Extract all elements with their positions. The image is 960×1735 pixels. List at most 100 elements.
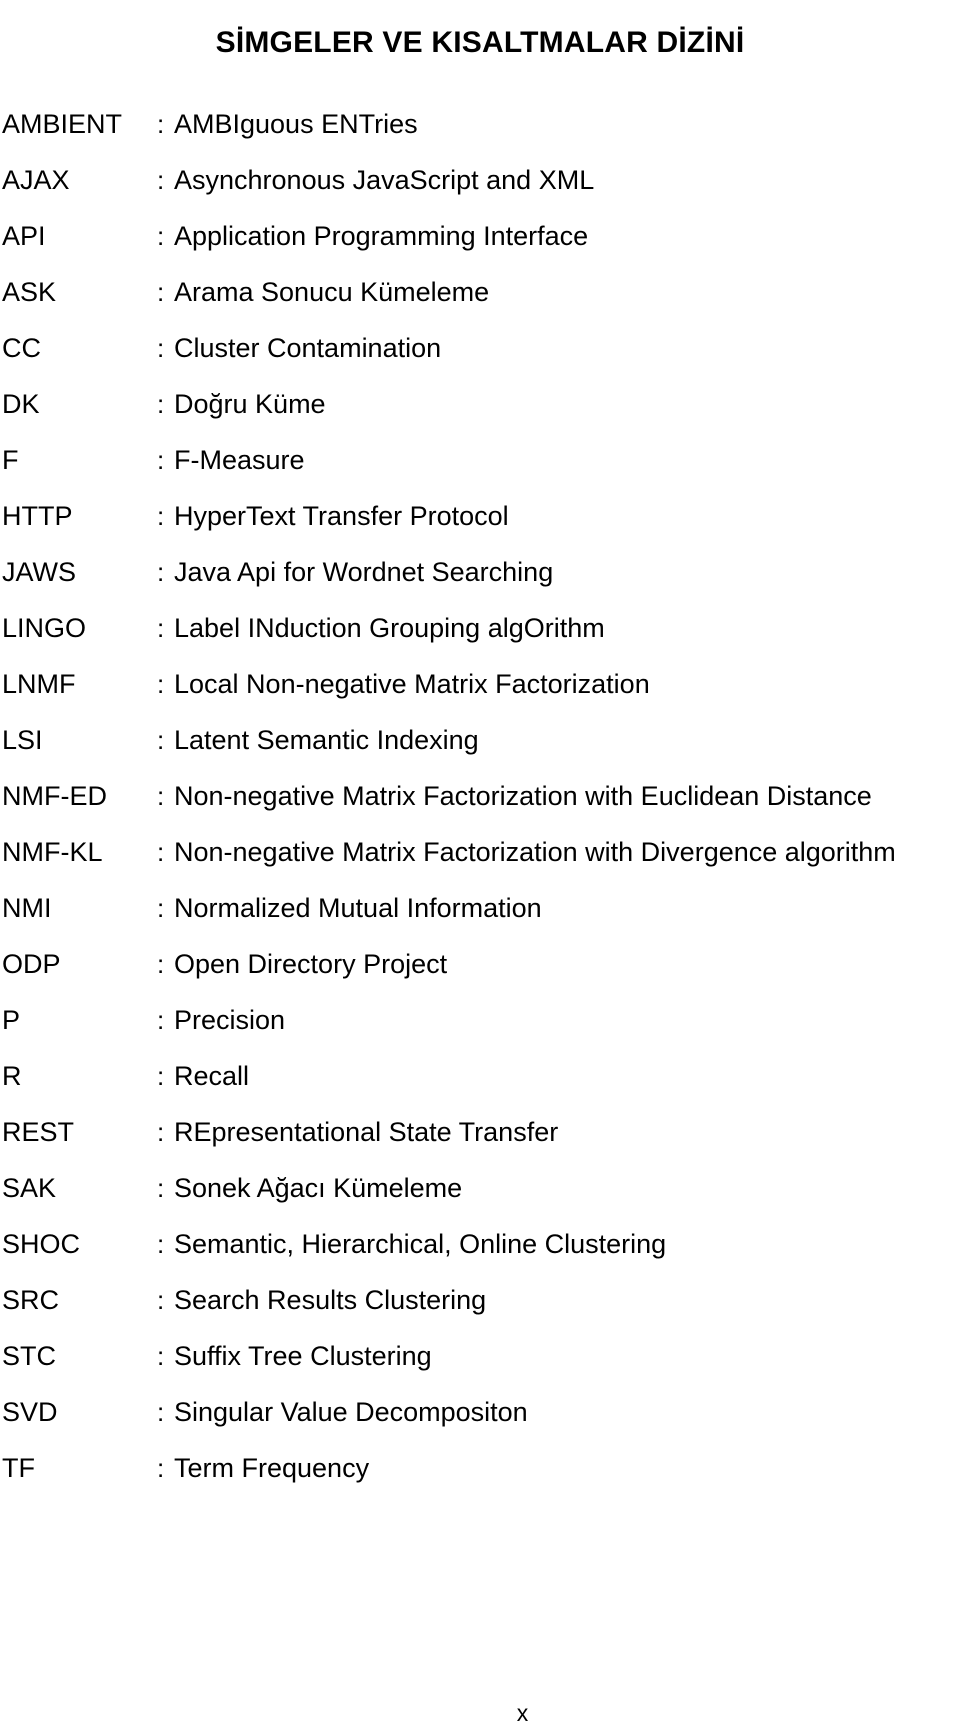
abbreviation-term: SVD — [2, 1397, 58, 1427]
abbreviation-term: JAWS — [2, 557, 76, 587]
abbreviation-row: STC: Suffix Tree Clustering — [2, 1328, 958, 1384]
abbreviation-definition: Normalized Mutual Information — [174, 893, 542, 923]
abbreviation-term: LINGO — [2, 613, 87, 643]
abbreviation-separator: : — [157, 1453, 165, 1483]
abbreviation-separator: : — [157, 1117, 165, 1147]
abbreviation-separator: : — [157, 1341, 165, 1371]
abbreviation-row: REST: REpresentational State Transfer — [2, 1104, 958, 1160]
abbreviation-separator: : — [157, 949, 165, 979]
abbreviation-term: API — [2, 221, 46, 251]
abbreviation-definition: Term Frequency — [174, 1453, 370, 1483]
abbreviation-term: TF — [2, 1453, 35, 1483]
abbreviation-row: API: Application Programming Interface — [2, 208, 958, 264]
abbreviation-definition: HyperText Transfer Protocol — [174, 501, 509, 531]
abbreviation-row: ODP: Open Directory Project — [2, 936, 958, 992]
abbreviation-term: STC — [2, 1341, 56, 1371]
abbreviation-definition: Java Api for Wordnet Searching — [174, 557, 554, 587]
abbreviation-separator: : — [157, 221, 165, 251]
abbreviation-separator: : — [157, 277, 165, 307]
abbreviation-term: HTTP — [2, 501, 73, 531]
abbreviation-separator: : — [157, 165, 165, 195]
abbreviation-term: CC — [2, 333, 41, 363]
abbreviation-separator: : — [157, 109, 165, 139]
abbreviation-separator: : — [157, 333, 165, 363]
abbreviation-definition: Non-negative Matrix Factorization with E… — [174, 781, 872, 811]
abbreviation-separator: : — [157, 445, 165, 475]
document-page: SİMGELER VE KISALTMALAR DİZİNİ AMBIENT: A… — [0, 0, 960, 1735]
abbreviation-row: P: Precision — [2, 992, 958, 1048]
abbreviation-row: R: Recall — [2, 1048, 958, 1104]
abbreviation-row: LNMF: Local Non-negative Matrix Factoriza… — [2, 656, 958, 712]
abbreviation-row: LINGO: Label INduction Grouping algOrithm — [2, 600, 958, 656]
abbreviation-definition: Precision — [174, 1005, 286, 1035]
page-number: x — [516, 1700, 529, 1726]
abbreviation-definition: F-Measure — [174, 445, 305, 475]
abbreviation-definition: REpresentational State Transfer — [174, 1117, 559, 1147]
abbreviation-separator: : — [157, 1173, 165, 1203]
abbreviation-definition: Latent Semantic Indexing — [174, 725, 479, 755]
abbreviations-list: AMBIENT: AMBIguous ENTries AJAX: Asynchrono… — [2, 96, 958, 1496]
abbreviation-row: ASK: Arama Sonucu Kümeleme — [2, 264, 958, 320]
abbreviation-separator: : — [157, 1061, 165, 1091]
abbreviation-definition: Singular Value Decompositon — [174, 1397, 528, 1427]
abbreviation-separator: : — [157, 837, 165, 867]
abbreviation-definition: Doğru Küme — [174, 389, 326, 419]
abbreviation-row: LSI: Latent Semantic Indexing — [2, 712, 958, 768]
abbreviation-term: SHOC — [2, 1229, 81, 1259]
abbreviation-term: NMF-ED — [2, 781, 107, 811]
abbreviation-separator: : — [157, 389, 165, 419]
abbreviation-row: SRC: Search Results Clustering — [2, 1272, 958, 1328]
abbreviation-term: DK — [2, 389, 40, 419]
abbreviation-term: P — [2, 1005, 21, 1035]
abbreviation-term: R — [2, 1061, 22, 1091]
abbreviation-definition: Local Non-negative Matrix Factorization — [174, 669, 650, 699]
abbreviation-term: SRC — [2, 1285, 60, 1315]
abbreviation-separator: : — [157, 725, 165, 755]
abbreviation-definition: Semantic, Hierarchical, Online Clusterin… — [174, 1229, 667, 1259]
abbreviation-definition: Application Programming Interface — [174, 221, 589, 251]
abbreviation-term: ASK — [2, 277, 57, 307]
abbreviation-row: NMF-KL: Non-negative Matrix Factorization… — [2, 824, 958, 880]
abbreviation-term: SAK — [2, 1173, 57, 1203]
abbreviation-separator: : — [157, 613, 165, 643]
abbreviation-row: NMI: Normalized Mutual Information — [2, 880, 958, 936]
abbreviation-term: LNMF — [2, 669, 76, 699]
abbreviation-definition: Sonek Ağacı Kümeleme — [174, 1173, 463, 1203]
abbreviation-separator: : — [157, 1229, 165, 1259]
abbreviation-row: SHOC: Semantic, Hierarchical, Online Clus… — [2, 1216, 958, 1272]
abbreviation-separator: : — [157, 557, 165, 587]
abbreviation-term: LSI — [2, 725, 43, 755]
abbreviation-term: AMBIENT — [2, 109, 123, 139]
abbreviation-row: F: F-Measure — [2, 432, 958, 488]
abbreviation-definition: AMBIguous ENTries — [174, 109, 418, 139]
abbreviation-term: ODP — [2, 949, 61, 979]
abbreviation-row: AMBIENT: AMBIguous ENTries — [2, 96, 958, 152]
abbreviation-separator: : — [157, 669, 165, 699]
abbreviation-row: SVD: Singular Value Decompositon — [2, 1384, 958, 1440]
abbreviation-row: CC: Cluster Contamination — [2, 320, 958, 376]
abbreviation-definition: Label INduction Grouping algOrithm — [174, 613, 605, 643]
abbreviation-row: JAWS: Java Api for Wordnet Searching — [2, 544, 958, 600]
abbreviation-definition: Recall — [174, 1061, 250, 1091]
abbreviation-term: NMI — [2, 893, 52, 923]
abbreviation-row: HTTP: HyperText Transfer Protocol — [2, 488, 958, 544]
abbreviation-definition: Open Directory Project — [174, 949, 448, 979]
abbreviation-term: REST — [2, 1117, 75, 1147]
abbreviation-definition: Arama Sonucu Kümeleme — [174, 277, 490, 307]
abbreviation-row: DK: Doğru Küme — [2, 376, 958, 432]
abbreviation-row: NMF-ED: Non-negative Matrix Factorization… — [2, 768, 958, 824]
abbreviation-row: TF: Term Frequency — [2, 1440, 958, 1496]
abbreviation-row: SAK: Sonek Ağacı Kümeleme — [2, 1160, 958, 1216]
abbreviation-separator: : — [157, 1285, 165, 1315]
abbreviation-separator: : — [157, 1397, 165, 1427]
abbreviation-definition: Asynchronous JavaScript and XML — [174, 165, 595, 195]
abbreviation-row: AJAX: Asynchronous JavaScript and XML — [2, 152, 958, 208]
abbreviation-definition: Cluster Contamination — [174, 333, 442, 363]
abbreviation-separator: : — [157, 501, 165, 531]
abbreviation-definition: Non-negative Matrix Factorization with D… — [174, 837, 896, 867]
abbreviation-separator: : — [157, 781, 165, 811]
abbreviation-definition: Suffix Tree Clustering — [174, 1341, 432, 1371]
abbreviation-definition: Search Results Clustering — [174, 1285, 487, 1315]
abbreviation-separator: : — [157, 1005, 165, 1035]
page-title: SİMGELER VE KISALTMALAR DİZİNİ — [215, 26, 745, 60]
